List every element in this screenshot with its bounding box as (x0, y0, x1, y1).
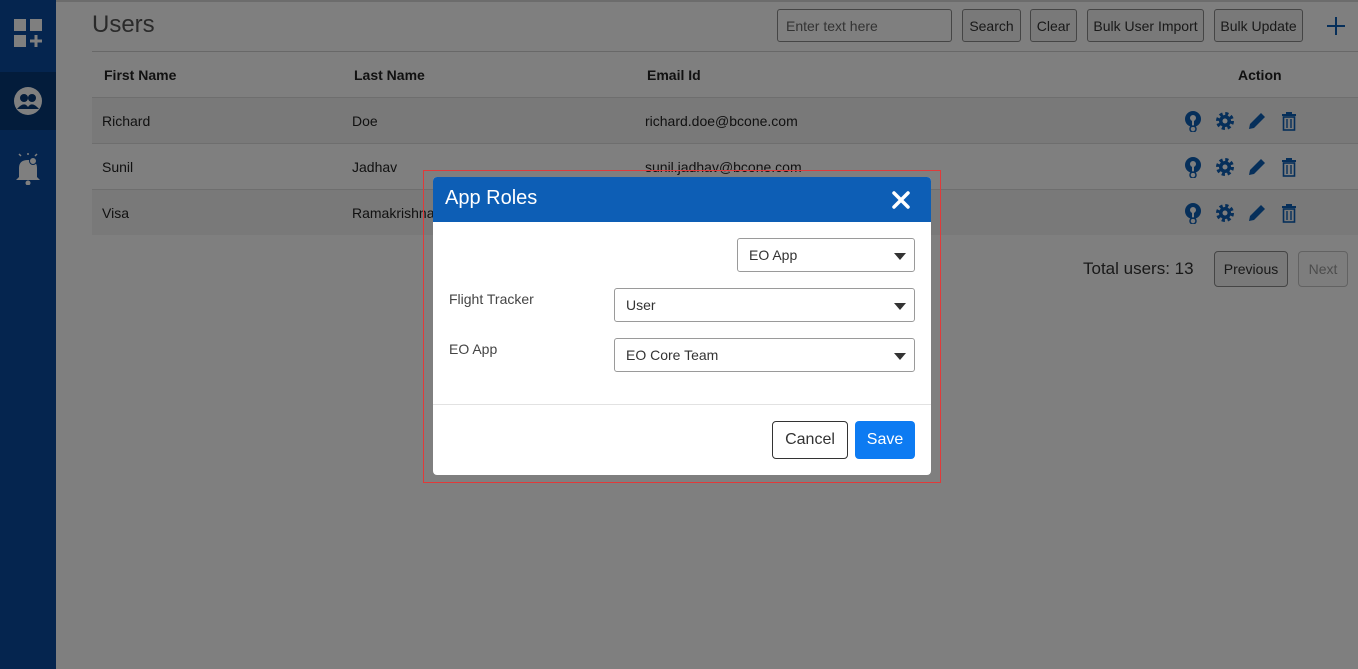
chevron-down-icon (894, 303, 906, 310)
eo-app-role-value: EO Core Team (626, 347, 719, 363)
field-label-flight-tracker: Flight Tracker (449, 291, 534, 307)
app-select-value: EO App (749, 247, 798, 263)
eo-app-role-select[interactable]: EO Core Team (614, 338, 915, 372)
field-label-eo-app: EO App (449, 341, 498, 357)
cancel-button[interactable]: Cancel (772, 421, 848, 459)
save-button[interactable]: Save (855, 421, 915, 459)
chevron-down-icon (894, 353, 906, 360)
app-select[interactable]: EO App (737, 238, 915, 272)
modal-footer-divider (433, 404, 931, 405)
flight-tracker-role-value: User (626, 297, 656, 313)
app-roles-modal: App Roles EO App Flight Tracker User EO … (433, 177, 931, 475)
chevron-down-icon (894, 253, 906, 260)
close-icon[interactable] (889, 188, 913, 212)
flight-tracker-role-select[interactable]: User (614, 288, 915, 322)
modal-title: App Roles (445, 187, 538, 209)
modal-header: App Roles (433, 177, 931, 222)
